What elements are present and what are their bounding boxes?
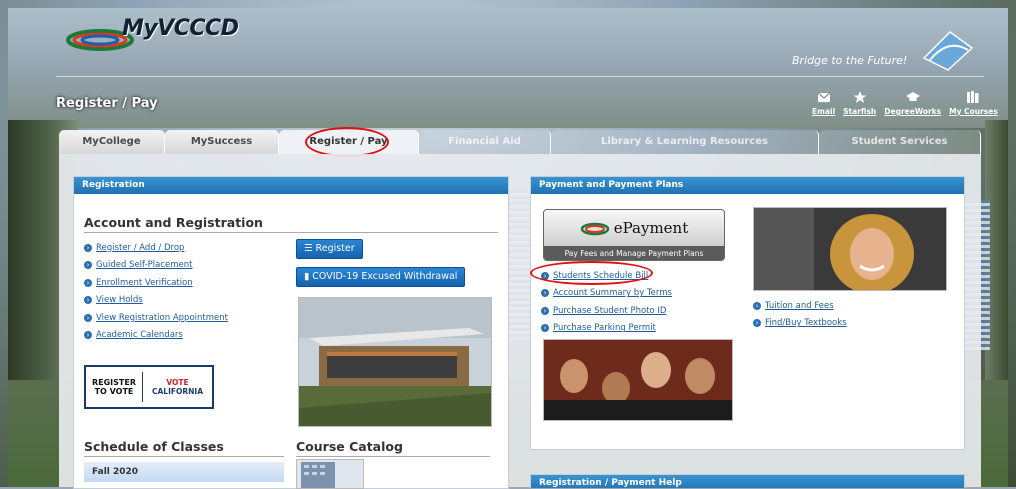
tab-highlight-annotation [305, 127, 389, 157]
books-icon [967, 91, 979, 103]
epayment-swirl-icon [580, 222, 609, 236]
circle-arrow-icon: › [753, 301, 761, 310]
circle-arrow-icon: › [84, 313, 92, 322]
catalog-title: Course Catalog [296, 439, 490, 457]
schedule-title: Schedule of Classes [84, 439, 284, 457]
link-find-buy-textbooks[interactable]: Find/Buy Textbooks [765, 318, 847, 328]
campus-building-photo [298, 297, 492, 427]
graduation-cap-icon [905, 92, 920, 101]
circle-arrow-icon: › [84, 296, 92, 305]
list-item: › Enrollment Verification [84, 274, 284, 292]
list-item: › Purchase Parking Permit [541, 320, 741, 338]
list-item: › Find/Buy Textbooks [753, 315, 953, 333]
bridge-logo-icon [922, 31, 974, 71]
vote-right-bottom: CALIFORNIA [151, 387, 204, 396]
circle-arrow-icon: › [84, 243, 92, 252]
main-tabs: MyCollege MySuccess Register / Pay Finan… [59, 130, 981, 154]
registration-links: › Register / Add / Drop › Guided Self-Plac… [84, 239, 284, 344]
registration-panel: Registration Account and Registration › R… [73, 176, 509, 489]
circle-arrow-icon: › [541, 306, 549, 315]
vote-left-text: REGISTER TO VOTE [91, 378, 136, 396]
link-purchase-photo-id[interactable]: Purchase Student Photo ID [553, 306, 666, 316]
list-item: › Purchase Student Photo ID [541, 302, 741, 320]
link-register-add-drop[interactable]: Register / Add / Drop [96, 243, 184, 253]
header-divider [56, 76, 984, 77]
tab-financial-aid[interactable]: Financial Aid [419, 130, 551, 154]
vote-right-top: VOTE [166, 378, 189, 387]
logo-text: MyVCCCD [122, 16, 239, 41]
panel-title: Registration / Payment Help [531, 475, 964, 488]
register-button[interactable]: ☰ Register [296, 239, 363, 259]
quicklink-label: Starfish [843, 107, 877, 116]
quicklink-my-courses[interactable]: My Courses [949, 90, 998, 116]
list-item: › Academic Calendars [84, 327, 284, 345]
list-icon: ☰ [304, 243, 316, 254]
list-item: › Guided Self-Placement [84, 257, 284, 275]
link-enrollment-verification[interactable]: Enrollment Verification [96, 278, 193, 288]
list-item: › Account Summary by Terms [541, 285, 741, 303]
tab-mysuccess[interactable]: MySuccess [165, 130, 279, 154]
envelope-icon [817, 92, 830, 102]
epayment-button[interactable]: ePayment Pay Fees and Manage Payment Pla… [543, 209, 725, 261]
quicklink-degreeworks[interactable]: DegreeWorks [884, 90, 941, 116]
link-view-holds[interactable]: View Holds [96, 295, 143, 305]
epayment-title: ePayment [613, 219, 689, 237]
list-item: › Tuition and Fees [753, 297, 953, 315]
quicklinks: Email Starfish DegreeWorks My Courses [812, 90, 998, 116]
section-title: Account and Registration [84, 215, 498, 233]
course-catalog-thumbnail[interactable] [296, 459, 364, 489]
group-photo [543, 339, 733, 421]
page-title: Register / Pay [56, 96, 158, 111]
starfish-icon [853, 91, 867, 103]
list-item: › View Registration Appointment [84, 309, 284, 327]
payment-links-right: › Tuition and Fees › Find/Buy Textbooks [753, 297, 953, 332]
tab-student-services[interactable]: Student Services [819, 130, 981, 154]
covid-button-label: COVID-19 Excused Withdrawal [312, 271, 458, 282]
register-button-label: Register [315, 243, 355, 254]
epayment-subtitle: Pay Fees and Manage Payment Plans [544, 246, 724, 260]
link-purchase-parking-permit[interactable]: Purchase Parking Permit [553, 323, 656, 333]
panel-title: Registration [74, 177, 508, 194]
panel-title: Payment and Payment Plans [531, 177, 964, 194]
list-item: › View Holds [84, 292, 284, 310]
quicklink-starfish[interactable]: Starfish [843, 90, 876, 116]
quicklink-label: My Courses [949, 107, 998, 116]
schedule-term[interactable]: Fall 2020 [84, 462, 284, 482]
link-academic-calendars[interactable]: Academic Calendars [96, 330, 183, 340]
document-icon: ▮ [304, 271, 313, 282]
link-view-registration-appointment[interactable]: View Registration Appointment [96, 313, 228, 323]
student-photo [753, 207, 947, 291]
circle-arrow-icon: › [541, 324, 549, 333]
circle-arrow-icon: › [84, 331, 92, 340]
link-guided-self-placement[interactable]: Guided Self-Placement [96, 260, 192, 270]
circle-arrow-icon: › [84, 278, 92, 287]
help-panel: Registration / Payment Help [530, 474, 965, 488]
covid-withdrawal-button[interactable]: ▮ COVID-19 Excused Withdrawal [296, 267, 466, 287]
tab-mycollege[interactable]: MyCollege [59, 130, 165, 154]
circle-arrow-icon: › [753, 319, 761, 328]
list-item: › Register / Add / Drop [84, 239, 284, 257]
tagline: Bridge to the Future! [792, 54, 908, 67]
link-account-summary[interactable]: Account Summary by Terms [553, 288, 672, 298]
register-to-vote-badge[interactable]: REGISTER TO VOTE VOTE CALIFORNIA [84, 365, 214, 409]
payment-panel: Payment and Payment Plans ePayment Pay F… [530, 176, 965, 450]
link-tuition-and-fees[interactable]: Tuition and Fees [765, 301, 834, 311]
circle-arrow-icon: › [84, 261, 92, 270]
quicklink-label: DegreeWorks [884, 107, 942, 116]
quicklink-label: Email [812, 107, 836, 116]
circle-arrow-icon: › [541, 289, 549, 298]
schedule-bill-highlight-annotation [530, 261, 653, 285]
tab-library[interactable]: Library & Learning Resources [551, 130, 819, 154]
quicklink-email[interactable]: Email [812, 90, 835, 116]
